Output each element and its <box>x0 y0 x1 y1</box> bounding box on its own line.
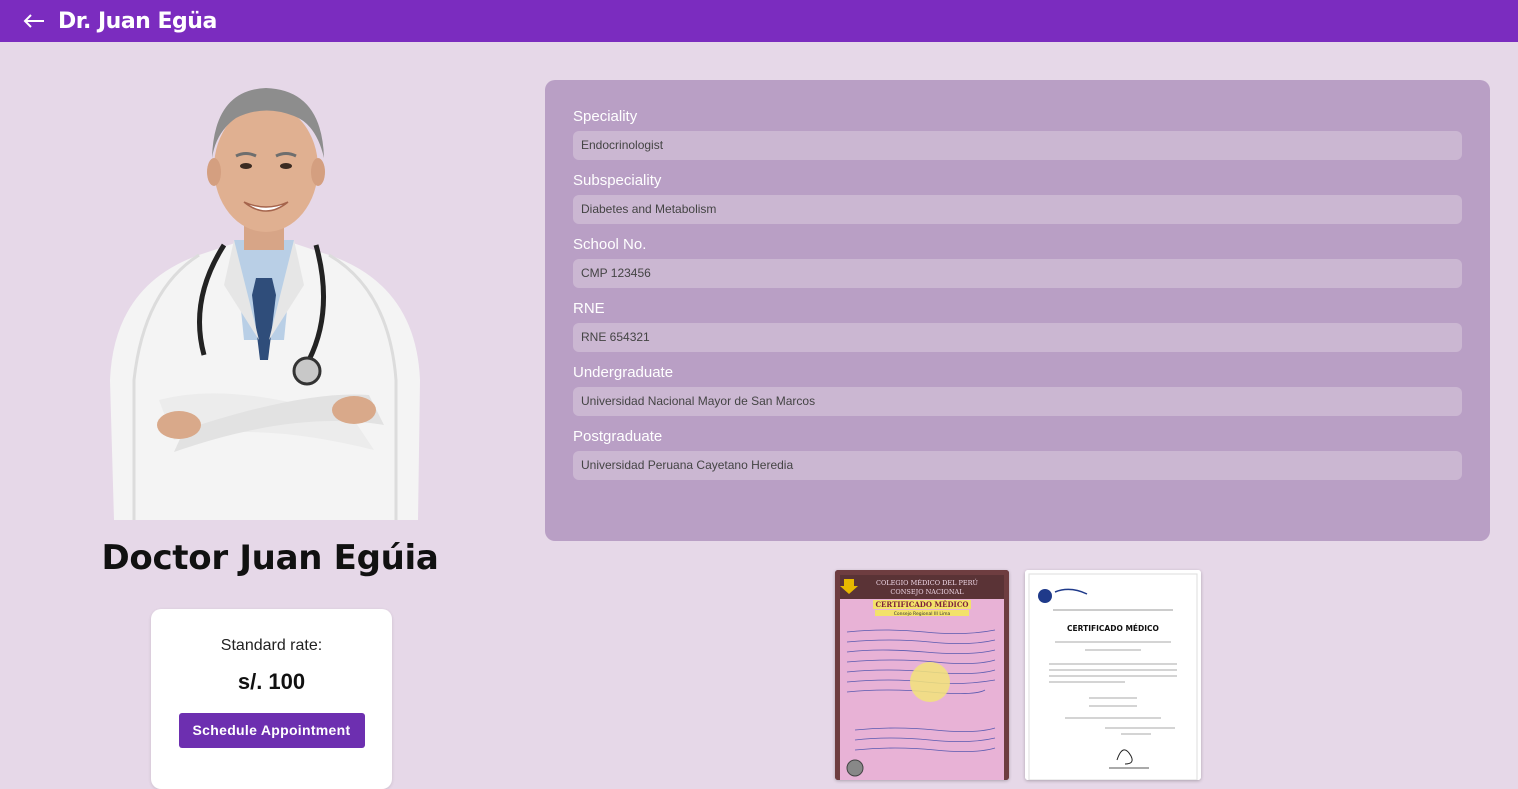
field-postgraduate: Postgraduate Universidad Peruana Cayetan… <box>573 426 1462 480</box>
field-speciality: Speciality Endocrinologist <box>573 106 1462 160</box>
field-value: RNE 654321 <box>573 323 1462 352</box>
field-label: Postgraduate <box>573 428 663 445</box>
rate-value: s/. 100 <box>237 669 306 694</box>
field-value: Universidad Peruana Cayetano Heredia <box>573 451 1462 480</box>
field-label: Undergraduate <box>573 364 674 381</box>
rate-label: Standard rate: <box>220 637 323 654</box>
field-rne: RNE RNE 654321 <box>573 298 1462 352</box>
back-button[interactable] <box>20 7 48 35</box>
rate-card: Standard rate: s/. 100 Schedule Appointm… <box>151 609 392 789</box>
field-label: School No. <box>573 236 647 253</box>
doctor-details-panel: Speciality Endocrinologist Subspeciality… <box>545 80 1490 541</box>
certificate-heading: CERTIFICADO MÉDICO <box>1067 624 1159 633</box>
field-value: Diabetes and Metabolism <box>573 195 1462 224</box>
certificate-heading: COLEGIO MÉDICO DEL PERÚ <box>876 578 978 587</box>
certificate-subheading: CONSEJO NACIONAL <box>890 588 964 596</box>
field-label: Speciality <box>573 108 638 125</box>
certificate-thumbnail-colegio-medico[interactable]: COLEGIO MÉDICO DEL PERÚ CONSEJO NACIONAL… <box>835 570 1009 780</box>
field-value: Universidad Nacional Mayor de San Marcos <box>573 387 1462 416</box>
field-label: Subspeciality <box>573 172 662 189</box>
certificate-image: CERTIFICADO MÉDICO <box>1025 570 1201 780</box>
arrow-left-icon <box>23 14 44 28</box>
doctor-name: Doctor Juan Egúia <box>101 538 439 578</box>
certificate-thumbnail-medical[interactable]: CERTIFICADO MÉDICO <box>1025 570 1201 780</box>
field-school-no: School No. CMP 123456 <box>573 234 1462 288</box>
top-bar: Dr. Juan Egüa <box>0 0 1518 42</box>
certificate-image: COLEGIO MÉDICO DEL PERÚ CONSEJO NACIONAL… <box>835 570 1009 780</box>
page-title: Dr. Juan Egüa <box>58 8 217 34</box>
certificate-title: CERTIFICADO MÉDICO <box>875 600 968 609</box>
field-value: Endocrinologist <box>573 131 1462 160</box>
field-label: RNE <box>573 300 605 317</box>
doctor-photo <box>110 88 420 520</box>
field-subspeciality: Subspeciality Diabetes and Metabolism <box>573 170 1462 224</box>
certificate-region: Consejo Regional III Lima <box>894 611 951 617</box>
field-value: CMP 123456 <box>573 259 1462 288</box>
schedule-appointment-button[interactable]: Schedule Appointment <box>178 713 365 748</box>
field-undergraduate: Undergraduate Universidad Nacional Mayor… <box>573 362 1462 416</box>
